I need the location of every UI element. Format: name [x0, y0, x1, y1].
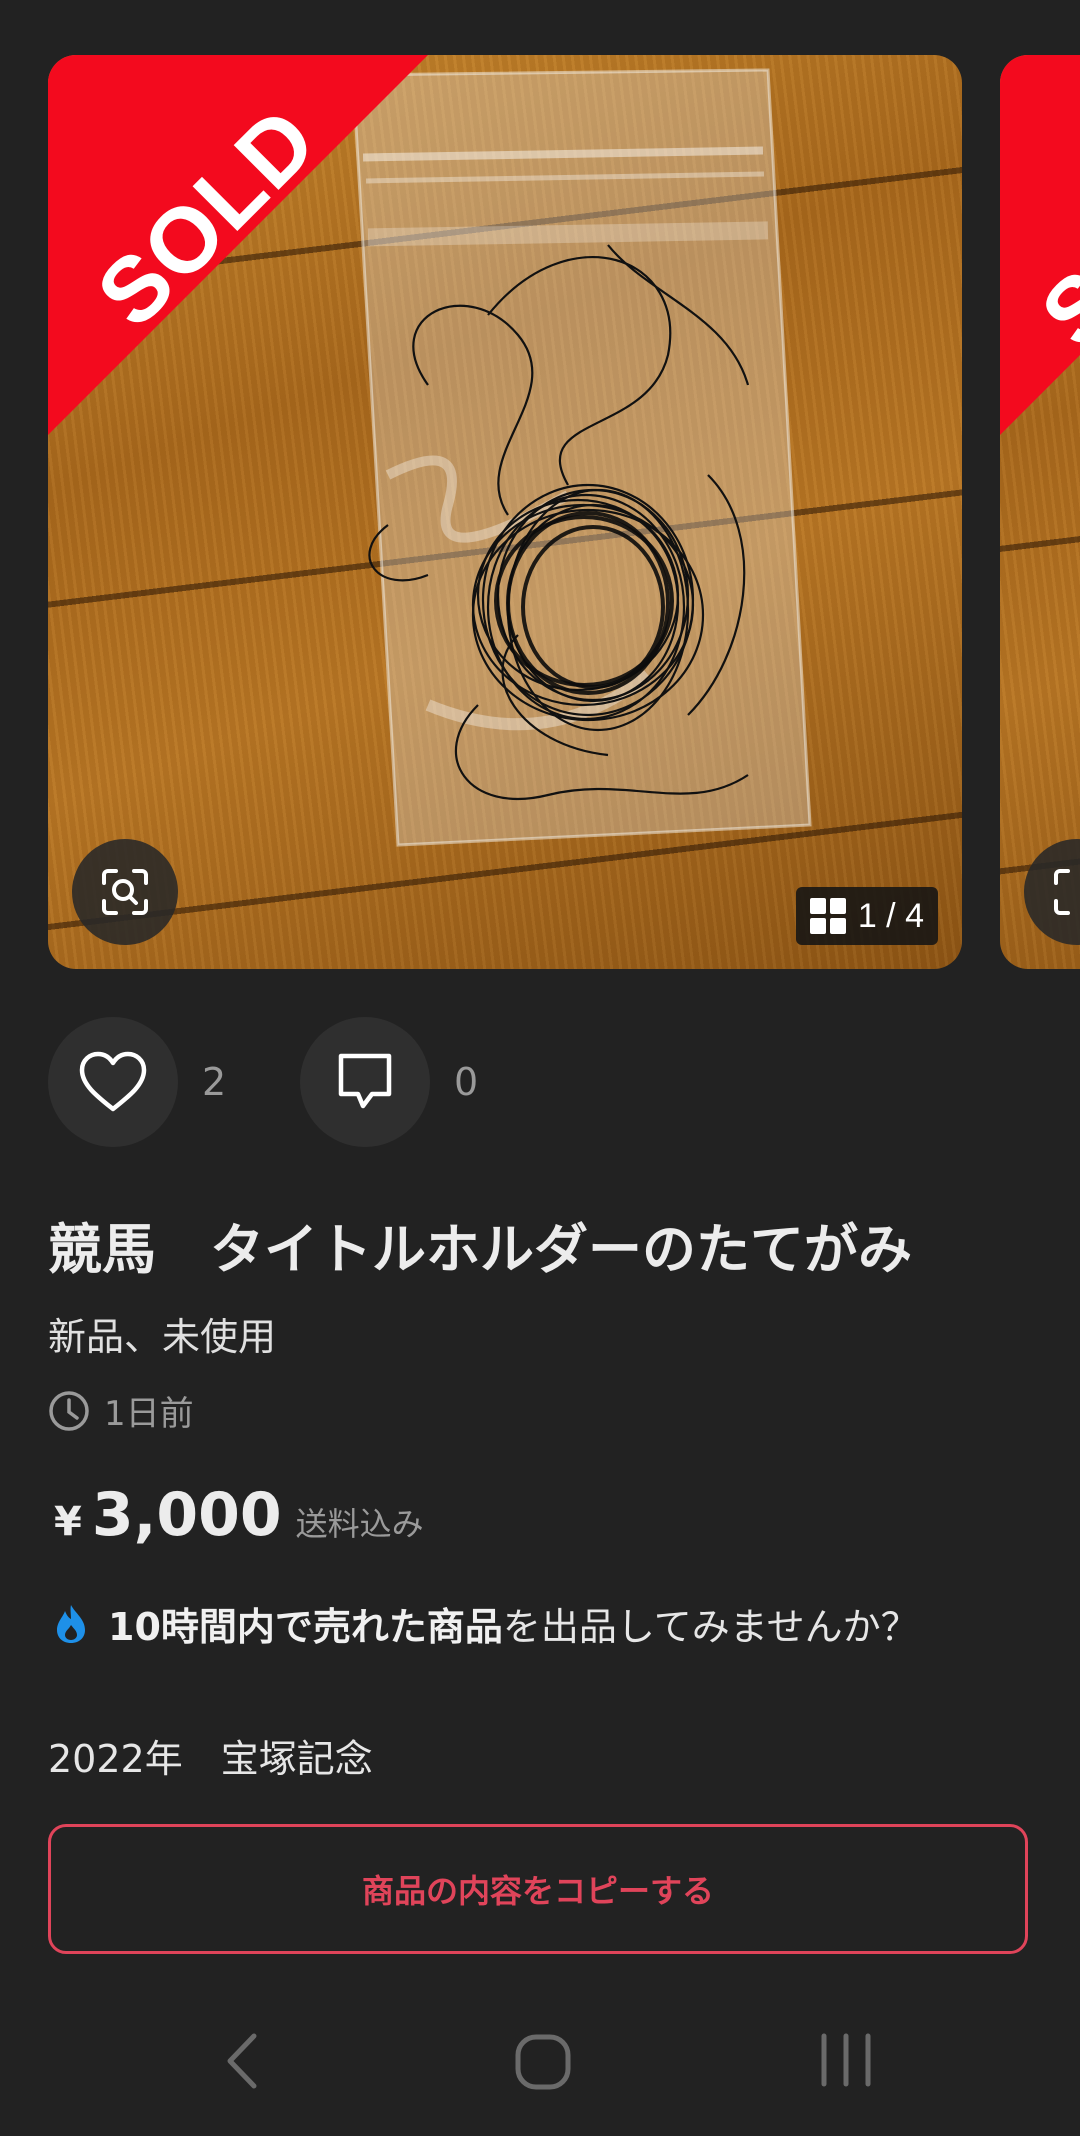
flame-icon	[54, 1603, 88, 1645]
posted-time-text: 1日前	[104, 1394, 194, 1434]
copy-item-button[interactable]: 商品の内容をコピーする	[48, 1824, 1028, 1954]
item-actions: 2 0	[48, 1017, 518, 1147]
comment-button[interactable]	[300, 1017, 430, 1147]
item-description: 2022年 宝塚記念	[48, 1737, 373, 1781]
back-icon	[218, 2032, 268, 2090]
image-search-button[interactable]	[72, 839, 178, 945]
item-price: 3,000	[91, 1480, 282, 1550]
comment-icon	[336, 1052, 394, 1112]
shipping-note: 送料込み	[295, 1505, 424, 1543]
like-button[interactable]	[48, 1017, 178, 1147]
image-counter-text: 1 / 4	[857, 896, 924, 935]
heart-icon	[78, 1051, 148, 1113]
promo-text: を出品してみませんか？	[502, 1605, 919, 1649]
lens-icon	[100, 867, 150, 917]
item-title: 競馬 タイトルホルダーのたてがみ	[48, 1218, 912, 1281]
price-row: ¥ 3,000 送料込み	[54, 1480, 424, 1550]
sell-promo[interactable]: 10時間内で売れた商品 を出品してみませんか？	[54, 1596, 919, 1651]
home-button[interactable]	[513, 2032, 573, 2092]
sold-ribbon	[1000, 55, 1080, 435]
recents-icon	[818, 2032, 874, 2088]
image-carousel[interactable]: SOLD 1 / 4	[0, 55, 1080, 969]
image-counter[interactable]: 1 / 4	[795, 887, 938, 945]
system-nav-bar	[0, 2010, 1080, 2110]
lens-icon	[1052, 867, 1080, 917]
image-search-button[interactable]	[1024, 839, 1080, 945]
currency-symbol: ¥	[54, 1499, 82, 1545]
promo-bold-text: 10時間内で売れた商品	[108, 1605, 503, 1649]
posted-time: 1日前	[48, 1386, 194, 1435]
item-photo[interactable]: SOLD 1 / 4	[48, 55, 962, 969]
comment-count: 0	[454, 1060, 479, 1104]
recents-button[interactable]	[818, 2032, 874, 2088]
item-detail-screen: SOLD 1 / 4 2 0 競馬 タイトルホルダーのたてがみ 新品、未使用 1…	[0, 0, 1080, 2136]
next-item-photo[interactable]: SOLD	[1000, 55, 1080, 969]
like-count: 2	[202, 1060, 227, 1104]
back-button[interactable]	[218, 2032, 268, 2090]
item-condition: 新品、未使用	[48, 1315, 277, 1359]
clock-icon	[48, 1390, 90, 1432]
grid-icon	[809, 898, 846, 934]
home-icon	[513, 2032, 573, 2092]
